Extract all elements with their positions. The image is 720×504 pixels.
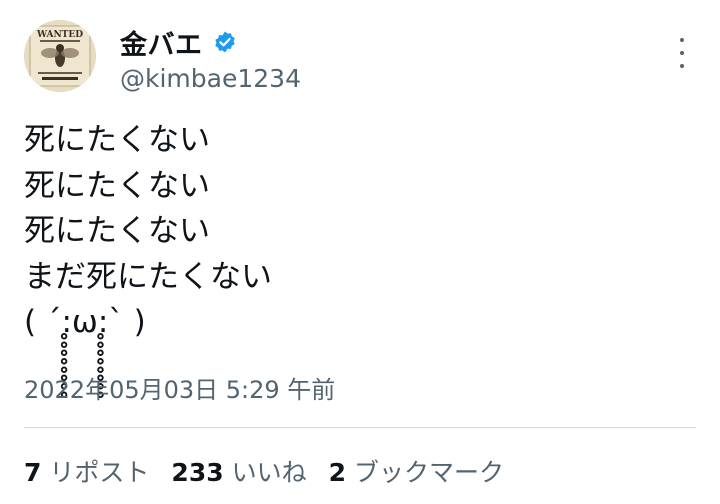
verified-badge-icon: [213, 30, 237, 54]
tweet-line: 死にたくない: [24, 213, 210, 249]
stat-number: 2: [328, 458, 347, 487]
avatar[interactable]: WANTED: [24, 20, 96, 92]
svg-text:WANTED: WANTED: [36, 30, 83, 40]
author-info: 金バエ @kimbae1234: [120, 23, 301, 94]
tweet-text: 死にたくない 死にたくない 死にたくない まだ死にたくない ( ´:̥̥̥̥̥̥…: [24, 118, 694, 346]
stat-label: リポスト: [49, 458, 150, 487]
display-name[interactable]: 金バエ: [120, 23, 203, 62]
name-row: 金バエ: [120, 23, 301, 62]
stat-label: いいね: [231, 458, 307, 487]
divider: [24, 427, 696, 428]
engagement-stats: 7 リポスト 233 いいね 2 ブックマーク: [24, 453, 526, 489]
more-options-icon[interactable]: [668, 38, 696, 68]
stat-label: ブックマーク: [354, 458, 505, 487]
dot: [680, 51, 684, 55]
tweet-line: 死にたくない: [24, 122, 210, 158]
tweet-line: 死にたくない: [24, 167, 210, 204]
stat-number: 7: [24, 458, 42, 487]
tweet-line: ( ´:̥̥̥̥̥̥̥̥ω:̥̥̥̥̥̥̥̥` ): [24, 304, 146, 340]
handle[interactable]: @kimbae1234: [120, 64, 301, 93]
dot: [680, 38, 684, 42]
tweet-line: まだ死にたくない: [24, 258, 272, 295]
tweet-detail: WANTED 金バエ @kimbae1234 死にたくない 死にたくない 死にた…: [0, 0, 720, 504]
wanted-poster-avatar-image: WANTED: [24, 20, 96, 92]
dot: [680, 64, 684, 68]
timestamp[interactable]: 2022年05月03日 5:29 午前: [24, 370, 335, 405]
stat-number: 233: [171, 458, 224, 487]
bookmark-count[interactable]: 2 ブックマーク: [329, 453, 504, 489]
like-count[interactable]: 233 いいね: [171, 453, 306, 489]
repost-count[interactable]: 7 リポスト: [24, 453, 149, 489]
